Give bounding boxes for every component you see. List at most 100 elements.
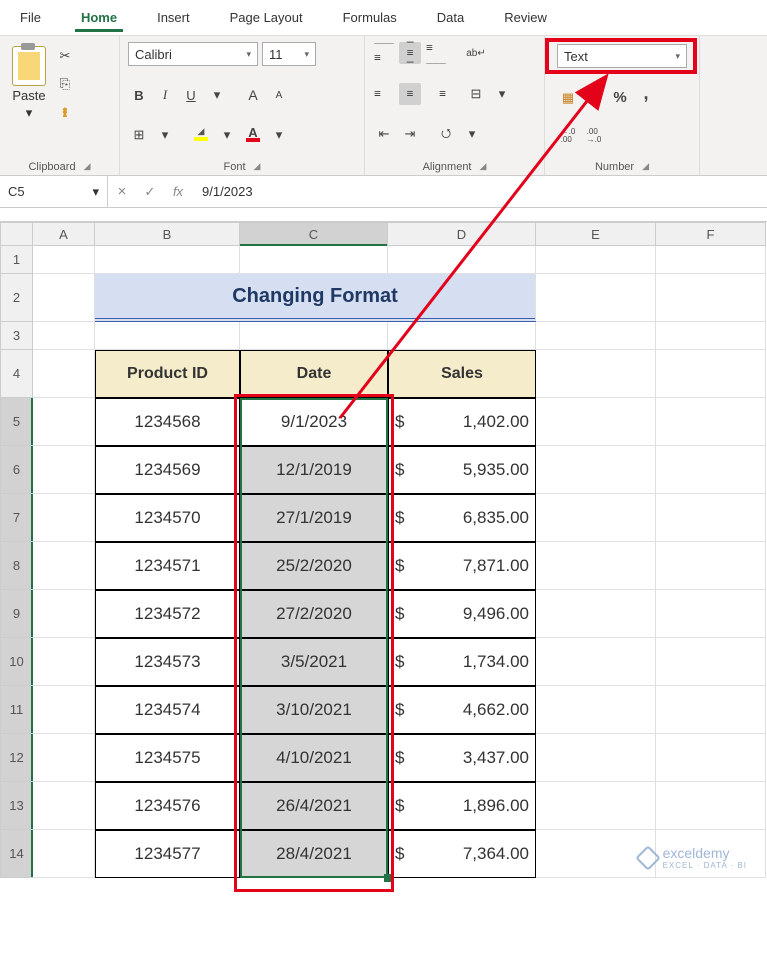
chevron-down-icon[interactable] <box>461 123 483 145</box>
row-header-9[interactable]: 9 <box>0 590 33 638</box>
cell-sales-12[interactable]: $3,437.00 <box>388 734 536 782</box>
title-cell[interactable]: Changing Format <box>95 274 536 322</box>
cell-f6[interactable] <box>656 446 766 494</box>
cell-a5[interactable] <box>33 398 95 446</box>
enter-button[interactable]: ✓ <box>136 184 164 200</box>
cell-a11[interactable] <box>33 686 95 734</box>
cell-sales-14[interactable]: $7,364.00 <box>388 830 536 878</box>
row-header-8[interactable]: 8 <box>0 542 33 590</box>
row-header-6[interactable]: 6 <box>0 446 33 494</box>
cell-e12[interactable] <box>536 734 656 782</box>
align-right-button[interactable]: ≡ <box>425 83 447 105</box>
cell-a12[interactable] <box>33 734 95 782</box>
row-header-1[interactable]: 1 <box>0 246 33 274</box>
cell-a1[interactable] <box>33 246 95 274</box>
font-name-dropdown[interactable]: Calibri <box>128 42 258 66</box>
cell-date-9[interactable]: 27/2/2020 <box>240 590 388 638</box>
cell-a4[interactable] <box>33 350 95 398</box>
cell-product-id-12[interactable]: 1234575 <box>95 734 240 782</box>
row-header-13[interactable]: 13 <box>0 782 33 830</box>
cell-sales-11[interactable]: $4,662.00 <box>388 686 536 734</box>
accounting-format-button[interactable] <box>557 87 579 109</box>
header-product-id[interactable]: Product ID <box>95 350 240 398</box>
cell-f9[interactable] <box>656 590 766 638</box>
cell-sales-7[interactable]: $6,835.00 <box>388 494 536 542</box>
col-header-a[interactable]: A <box>33 222 95 246</box>
fill-color-button[interactable] <box>190 124 212 146</box>
align-bottom-button[interactable]: ≡ ___ <box>425 42 447 64</box>
chevron-down-icon[interactable] <box>206 84 228 106</box>
tab-file[interactable]: File <box>14 6 47 29</box>
cell-date-6[interactable]: 12/1/2019 <box>240 446 388 494</box>
cell-a13[interactable] <box>33 782 95 830</box>
chevron-down-icon[interactable] <box>216 124 238 146</box>
col-header-e[interactable]: E <box>536 222 656 246</box>
merge-center-button[interactable] <box>465 83 487 105</box>
header-date[interactable]: Date <box>240 350 388 398</box>
cell-f8[interactable] <box>656 542 766 590</box>
cell-e3[interactable] <box>536 322 656 350</box>
row-header-14[interactable]: 14 <box>0 830 33 878</box>
cell-f2[interactable] <box>656 274 766 322</box>
cell-f5[interactable] <box>656 398 766 446</box>
cell-e2[interactable] <box>536 274 656 322</box>
cell-c3[interactable] <box>240 322 388 350</box>
cell-date-10[interactable]: 3/5/2021 <box>240 638 388 686</box>
col-header-d[interactable]: D <box>388 222 536 246</box>
cell-product-id-5[interactable]: 1234568 <box>95 398 240 446</box>
tab-home[interactable]: Home <box>75 6 123 32</box>
cell-e1[interactable] <box>536 246 656 274</box>
bold-button[interactable]: B <box>128 84 150 106</box>
cell-sales-5[interactable]: $1,402.00 <box>388 398 536 446</box>
italic-button[interactable]: I <box>154 84 176 106</box>
cell-b3[interactable] <box>95 322 240 350</box>
align-center-button[interactable]: ≡ <box>399 83 421 105</box>
chevron-down-icon[interactable] <box>583 87 605 109</box>
cell-product-id-8[interactable]: 1234571 <box>95 542 240 590</box>
cell-date-12[interactable]: 4/10/2021 <box>240 734 388 782</box>
number-format-dropdown[interactable]: Text <box>557 44 687 68</box>
cell-e11[interactable] <box>536 686 656 734</box>
cell-d1[interactable] <box>388 246 536 274</box>
fill-handle[interactable] <box>384 874 392 882</box>
cell-e5[interactable] <box>536 398 656 446</box>
align-middle-button[interactable]: ─ ≡ ─ <box>399 42 421 64</box>
name-box[interactable]: C5 <box>0 176 108 207</box>
cell-date-7[interactable]: 27/1/2019 <box>240 494 388 542</box>
cell-sales-6[interactable]: $5,935.00 <box>388 446 536 494</box>
tab-review[interactable]: Review <box>498 6 553 29</box>
cell-e10[interactable] <box>536 638 656 686</box>
decrease-decimal-button[interactable] <box>583 125 605 147</box>
cell-sales-8[interactable]: $7,871.00 <box>388 542 536 590</box>
increase-decimal-button[interactable] <box>557 125 579 147</box>
cell-f13[interactable] <box>656 782 766 830</box>
cell-e7[interactable] <box>536 494 656 542</box>
cell-a14[interactable] <box>33 830 95 878</box>
cut-button[interactable] <box>54 45 76 67</box>
font-color-button[interactable] <box>242 124 264 146</box>
dialog-launcher-icon[interactable]: ◢ <box>480 161 487 173</box>
cell-date-5[interactable]: 9/1/2023 <box>240 398 388 446</box>
header-sales[interactable]: Sales <box>388 350 536 398</box>
copy-button[interactable] <box>54 73 76 95</box>
dialog-launcher-icon[interactable]: ◢ <box>254 161 261 173</box>
percent-button[interactable] <box>609 87 631 109</box>
row-header-4[interactable]: 4 <box>0 350 33 398</box>
cell-a7[interactable] <box>33 494 95 542</box>
row-header-11[interactable]: 11 <box>0 686 33 734</box>
cell-c1[interactable] <box>240 246 388 274</box>
cell-f7[interactable] <box>656 494 766 542</box>
cell-a6[interactable] <box>33 446 95 494</box>
select-all-corner[interactable] <box>0 222 33 246</box>
tab-data[interactable]: Data <box>431 6 470 29</box>
dialog-launcher-icon[interactable]: ◢ <box>642 161 649 173</box>
cell-b1[interactable] <box>95 246 240 274</box>
row-header-3[interactable]: 3 <box>0 322 33 350</box>
cell-date-13[interactable]: 26/4/2021 <box>240 782 388 830</box>
col-header-f[interactable]: F <box>656 222 766 246</box>
cell-product-id-10[interactable]: 1234573 <box>95 638 240 686</box>
cell-e4[interactable] <box>536 350 656 398</box>
cell-e8[interactable] <box>536 542 656 590</box>
cell-a3[interactable] <box>33 322 95 350</box>
cell-product-id-13[interactable]: 1234576 <box>95 782 240 830</box>
